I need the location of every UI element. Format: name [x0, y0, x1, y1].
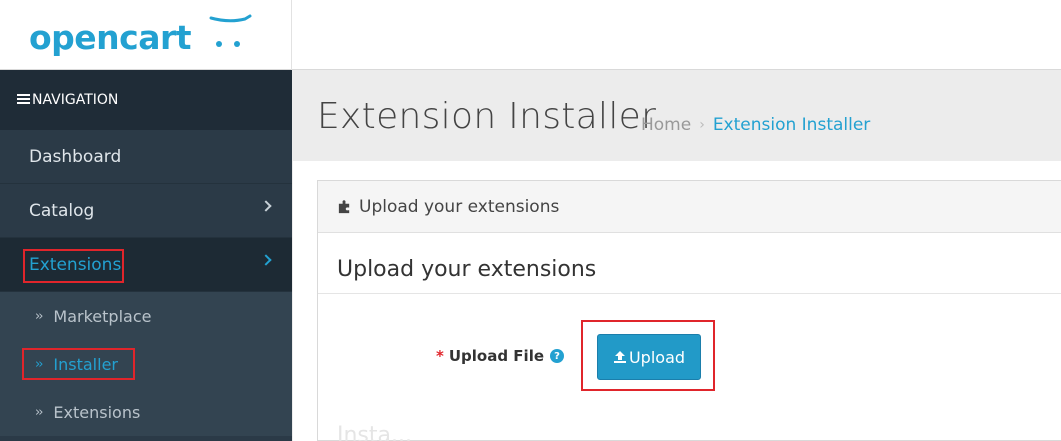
sidebar-item-extensions[interactable]: Extensions [0, 238, 292, 292]
logo-text: opencart [29, 18, 192, 57]
panel-heading: Upload your extensions [318, 181, 1061, 233]
sidebar-subitem-marketplace[interactable]: ›› Marketplace [0, 292, 292, 340]
upload-file-label-text: Upload File [448, 347, 545, 365]
double-chevron-icon: ›› [35, 308, 44, 324]
divider [318, 293, 1061, 294]
page-title: Extension Installer [317, 96, 657, 137]
puzzle-icon [338, 200, 350, 214]
top-header: opencart [0, 0, 1061, 70]
menu-bars-icon [17, 92, 30, 106]
sidebar-item-label: Dashboard [29, 146, 122, 167]
logo-area: opencart [0, 0, 292, 70]
sidebar-subitem-label: Extensions [53, 402, 141, 422]
sidebar-navigation: NAVIGATION Dashboard Catalog Extensions … [0, 70, 292, 441]
upload-panel: Upload your extensions Upload your exten… [317, 180, 1061, 441]
sidebar-subitem-extensions[interactable]: ›› Extensions [0, 388, 292, 436]
highlight-box [581, 320, 715, 391]
sidebar-item-catalog[interactable]: Catalog [0, 184, 292, 238]
opencart-logo[interactable]: opencart [29, 14, 259, 60]
faded-section-text: Insta... [337, 423, 412, 441]
section-legend: Upload your extensions [337, 257, 597, 282]
highlight-box [22, 348, 135, 380]
chevron-right-icon [260, 200, 272, 212]
breadcrumb: Home › Extension Installer [641, 115, 870, 135]
page-header: Extension Installer Home › Extension Ins… [293, 71, 1061, 161]
breadcrumb-home-link[interactable]: Home [641, 115, 691, 135]
upload-file-label: * Upload File ? [436, 347, 565, 365]
panel-heading-text: Upload your extensions [359, 196, 560, 217]
highlight-box [23, 249, 124, 283]
breadcrumb-separator-icon: › [699, 117, 705, 133]
chevron-down-icon [260, 254, 272, 266]
sidebar-subitem-installer[interactable]: ›› Installer [0, 340, 292, 388]
breadcrumb-current-link[interactable]: Extension Installer [713, 115, 870, 135]
cart-icon [209, 14, 252, 47]
help-icon[interactable]: ? [550, 349, 565, 363]
main-content: Extension Installer Home › Extension Ins… [293, 71, 1061, 441]
double-chevron-icon: ›› [35, 404, 44, 420]
nav-header[interactable]: NAVIGATION [0, 70, 292, 130]
sidebar-item-dashboard[interactable]: Dashboard [0, 130, 292, 184]
nav-header-label: NAVIGATION [32, 92, 119, 108]
sidebar-item-label: Catalog [29, 200, 95, 221]
required-mark: * [436, 347, 444, 365]
sidebar-subitem-label: Marketplace [53, 306, 152, 326]
